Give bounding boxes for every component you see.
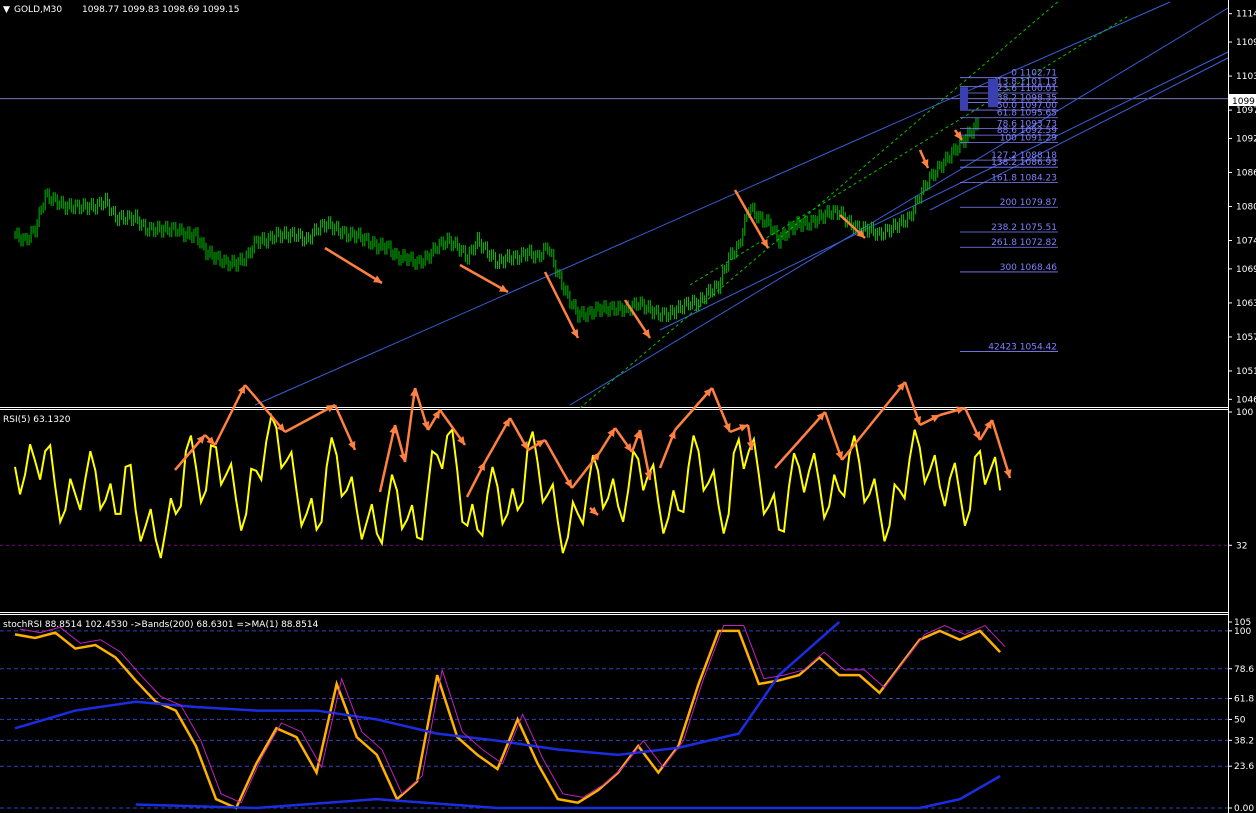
- rsi-tick-label: 32: [1236, 541, 1247, 551]
- stoch-tick-label: 50: [1234, 715, 1246, 725]
- chart-canvas[interactable]: ▼ GOLD,M30 1098.77 1099.83 1098.69 1099.…: [0, 0, 1256, 813]
- stoch-tick-label: 38.2: [1234, 736, 1254, 746]
- stoch-tick-label: 100: [1234, 627, 1251, 637]
- price-tick-label: 1114: [1236, 10, 1256, 20]
- price-tick-label: 1063: [1236, 299, 1256, 309]
- chart-header: ▼ GOLD,M30 1098.77 1099.83 1098.69 1099.…: [3, 5, 239, 15]
- fib-level-label: 261.8 1072.82: [991, 238, 1057, 248]
- dropdown-triangle-icon[interactable]: ▼: [3, 5, 10, 15]
- fib-level-label: 161.8 1084.23: [991, 174, 1057, 184]
- price-tick-label: 1046: [1236, 395, 1256, 405]
- price-tick-label: 1080: [1236, 203, 1256, 213]
- current-price-marker: 1099: [1229, 94, 1256, 107]
- fib-level-label: 300 1068.46: [1000, 263, 1058, 273]
- price-tick-label: 1092: [1236, 134, 1256, 144]
- svg-text:1099: 1099: [1232, 97, 1255, 107]
- rsi-tick-label: 100: [1236, 408, 1253, 418]
- price-tick-label: 1103: [1236, 72, 1256, 82]
- stochastic-title: stochRSI 88.8514 102.4530 ->Bands(200) 6…: [3, 620, 319, 630]
- price-tick-label: 1086: [1236, 168, 1256, 178]
- fib-box: [988, 78, 998, 108]
- ohlc-label: 1098.77 1099.83 1098.69 1099.15: [82, 5, 239, 15]
- fib-level-label: 138.2 1086.93: [991, 158, 1057, 168]
- price-tick-label: 1109: [1236, 38, 1256, 48]
- stoch-tick-label: 0.00: [1234, 804, 1254, 813]
- fib-box: [960, 87, 968, 111]
- fib-level-label: 238.2 1075.51: [991, 223, 1057, 233]
- stoch-tick-label: 78.6: [1234, 665, 1254, 675]
- fib-level-label: 61.8 1095.65: [997, 109, 1057, 119]
- price-tick-label: 1074: [1236, 237, 1256, 247]
- price-tick-label: 1097: [1236, 106, 1256, 116]
- price-tick-label: 1069: [1236, 265, 1256, 275]
- fib-level-label: 100 1091.29: [1000, 133, 1058, 143]
- fib-level-label: 42423 1054.42: [988, 343, 1057, 353]
- price-tick-label: 1057: [1236, 333, 1256, 343]
- rsi-title: RSI(5) 63.1320: [3, 415, 71, 425]
- price-tick-label: 1051: [1236, 367, 1256, 377]
- stoch-tick-label: 61.8: [1234, 695, 1254, 705]
- stoch-tick-label: 23.6: [1234, 762, 1254, 772]
- symbol-label: GOLD,M30: [14, 5, 62, 15]
- fib-level-label: 200 1079.87: [1000, 198, 1057, 208]
